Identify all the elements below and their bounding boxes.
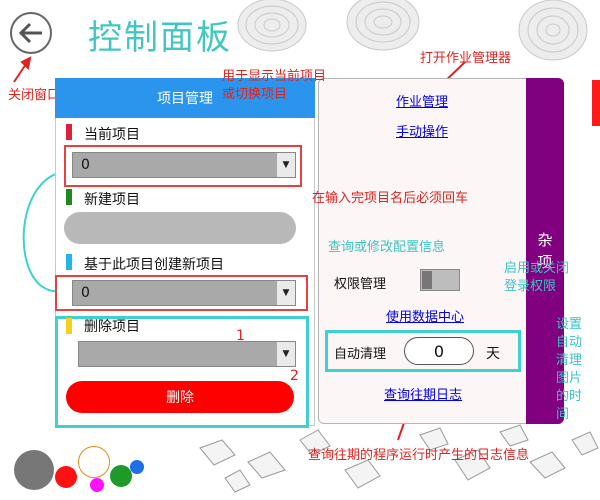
auto-clean-days-input[interactable]: 0 bbox=[404, 337, 474, 365]
annotation-close-window: 关闭窗口 bbox=[8, 88, 61, 103]
scrollbar-indicator bbox=[592, 80, 600, 126]
permission-toggle[interactable] bbox=[420, 269, 460, 291]
annotation-number-2: 2 bbox=[290, 368, 299, 384]
delete-project-button[interactable]: 删除 bbox=[66, 381, 294, 413]
job-manager-link[interactable]: 作业管理 bbox=[396, 91, 448, 110]
log-history-link[interactable]: 查询往期日志 bbox=[384, 384, 462, 403]
annotation-log-info: 查询往期的程序运行时产生的日志信息 bbox=[308, 448, 530, 463]
auto-clean-label: 自动清理 bbox=[334, 347, 387, 362]
annotation-enter-after-name: 在输入完项目名后必须回车 bbox=[312, 191, 469, 206]
new-project-marker bbox=[66, 189, 72, 205]
current-project-select[interactable]: 0 ▼ bbox=[72, 152, 296, 178]
delete-project-select[interactable]: ▼ bbox=[78, 341, 296, 367]
delete-project-marker bbox=[66, 318, 72, 334]
side-label-char-1: 杂 bbox=[537, 231, 553, 249]
current-project-marker bbox=[66, 124, 72, 140]
based-on-project-label: 基于此项目创建新项目 bbox=[84, 257, 224, 273]
color-circle-red bbox=[55, 466, 77, 488]
annotation-number-1: 1 bbox=[236, 328, 245, 344]
dropdown-arrow-icon: ▼ bbox=[277, 342, 295, 366]
annotation-switch-project: 用于显示当前项目 或切换项目 bbox=[222, 69, 327, 102]
back-arrow-icon bbox=[18, 22, 42, 44]
new-project-name-input[interactable] bbox=[64, 212, 296, 244]
color-circle-blue bbox=[130, 460, 144, 474]
color-circle-gray bbox=[14, 450, 54, 490]
dropdown-arrow-icon: ▼ bbox=[277, 281, 295, 305]
based-on-project-select[interactable]: 0 ▼ bbox=[72, 280, 296, 306]
color-circle-orange-outline bbox=[78, 446, 110, 478]
new-project-label: 新建项目 bbox=[84, 192, 140, 208]
delete-project-label: 删除项目 bbox=[84, 319, 140, 335]
data-center-link[interactable]: 使用数据中心 bbox=[386, 306, 464, 325]
toggle-knob bbox=[422, 271, 432, 289]
manual-operation-link[interactable]: 手动操作 bbox=[396, 121, 448, 140]
dropdown-arrow-icon: ▼ bbox=[277, 153, 295, 177]
close-window-button[interactable] bbox=[10, 12, 52, 54]
days-unit-label: 天 bbox=[486, 346, 500, 362]
color-circle-magenta bbox=[90, 478, 104, 492]
current-project-value: 0 bbox=[81, 157, 90, 173]
annotation-open-job-manager: 打开作业管理器 bbox=[420, 51, 512, 66]
page-title: 控制面板 bbox=[88, 18, 232, 58]
annotation-toggle-permission: 启用或关闭 登录权限 bbox=[504, 261, 570, 294]
based-on-project-marker bbox=[66, 254, 72, 270]
permission-label: 权限管理 bbox=[334, 277, 387, 292]
based-on-project-value: 0 bbox=[81, 285, 90, 301]
color-circle-green bbox=[110, 465, 132, 487]
current-project-label: 当前项目 bbox=[84, 127, 140, 143]
annotation-auto-clean-time: 设置 自动 清理 图片 的时 间 bbox=[556, 317, 583, 422]
annotation-config-info: 查询或修改配置信息 bbox=[328, 240, 446, 255]
